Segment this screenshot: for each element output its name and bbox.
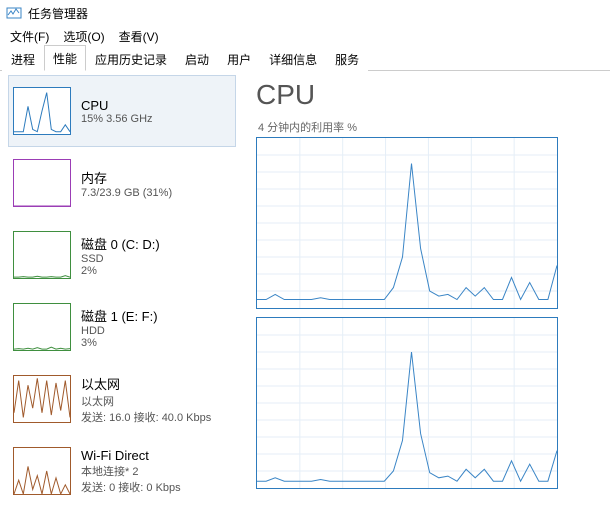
sidebar-meta: Wi-Fi Direct本地连接* 2发送: 0 接收: 0 Kbps <box>81 448 181 495</box>
sidebar-item-5[interactable]: Wi-Fi Direct本地连接* 2发送: 0 接收: 0 Kbps <box>8 435 236 505</box>
sidebar-item-line2: 以太网 <box>81 393 211 409</box>
sidebar-item-title: CPU <box>81 98 153 113</box>
cpu-chart-1 <box>256 317 558 489</box>
sidebar-item-line2: 15% 3.56 GHz <box>81 113 153 125</box>
sidebar-item-title: Wi-Fi Direct <box>81 448 181 463</box>
menu-item-1[interactable]: 选项(O) <box>57 26 110 47</box>
sidebar-thumbnail <box>13 159 71 207</box>
titlebar: 任务管理器 <box>0 0 610 26</box>
sidebar-meta: 以太网以太网发送: 16.0 接收: 40.0 Kbps <box>81 374 211 425</box>
window-title: 任务管理器 <box>28 5 88 22</box>
sidebar-item-0[interactable]: CPU15% 3.56 GHz <box>8 75 236 147</box>
tab-0[interactable]: 进程 <box>2 46 44 71</box>
detail-heading: CPU <box>256 79 610 111</box>
sidebar-meta: 磁盘 0 (C: D:)SSD2% <box>81 234 160 277</box>
task-manager-window: 任务管理器 文件(F)选项(O)查看(V) 进程性能应用历史记录启动用户详细信息… <box>0 0 610 505</box>
sidebar-item-title: 磁盘 0 (C: D:) <box>81 234 160 253</box>
tab-5[interactable]: 详细信息 <box>260 46 326 71</box>
tab-bar: 进程性能应用历史记录启动用户详细信息服务 <box>0 46 610 71</box>
sidebar-item-line2: HDD <box>81 325 158 337</box>
menubar: 文件(F)选项(O)查看(V) <box>0 26 610 46</box>
sidebar-item-line3: 2% <box>81 265 160 277</box>
sidebar-item-title: 磁盘 1 (E: F:) <box>81 306 158 325</box>
detail-pane: CPU 4 分钟内的利用率 % <box>236 71 610 505</box>
menu-item-2[interactable]: 查看(V) <box>113 26 165 47</box>
sidebar-meta: CPU15% 3.56 GHz <box>81 98 153 125</box>
sidebar-item-title: 内存 <box>81 168 172 187</box>
tab-4[interactable]: 用户 <box>218 46 260 71</box>
menu-item-0[interactable]: 文件(F) <box>4 26 55 47</box>
sidebar-item-line2: SSD <box>81 253 160 265</box>
tab-6[interactable]: 服务 <box>326 46 368 71</box>
sidebar-item-line3: 3% <box>81 337 158 349</box>
sidebar-meta: 内存7.3/23.9 GB (31%) <box>81 168 172 199</box>
sidebar-item-2[interactable]: 磁盘 0 (C: D:)SSD2% <box>8 219 236 291</box>
sidebar: CPU15% 3.56 GHz 内存7.3/23.9 GB (31%) 磁盘 0 (… <box>0 71 236 505</box>
task-manager-icon <box>6 5 22 21</box>
sidebar-item-line2: 本地连接* 2 <box>81 463 181 479</box>
sidebar-thumbnail <box>13 231 71 279</box>
chart-label: 4 分钟内的利用率 % <box>258 119 610 135</box>
tab-3[interactable]: 启动 <box>176 46 218 71</box>
sidebar-item-title: 以太网 <box>81 374 211 393</box>
sidebar-item-line3: 发送: 0 接收: 0 Kbps <box>81 479 181 495</box>
sidebar-item-line2: 7.3/23.9 GB (31%) <box>81 187 172 199</box>
sidebar-thumbnail <box>13 375 71 423</box>
sidebar-thumbnail <box>13 447 71 495</box>
sidebar-thumbnail <box>13 303 71 351</box>
sidebar-item-3[interactable]: 磁盘 1 (E: F:)HDD3% <box>8 291 236 363</box>
sidebar-meta: 磁盘 1 (E: F:)HDD3% <box>81 306 158 349</box>
tab-1[interactable]: 性能 <box>44 45 86 71</box>
sidebar-item-4[interactable]: 以太网以太网发送: 16.0 接收: 40.0 Kbps <box>8 363 236 435</box>
sidebar-thumbnail <box>13 87 71 135</box>
tab-2[interactable]: 应用历史记录 <box>86 46 176 71</box>
sidebar-item-1[interactable]: 内存7.3/23.9 GB (31%) <box>8 147 236 219</box>
sidebar-item-line3: 发送: 16.0 接收: 40.0 Kbps <box>81 409 211 425</box>
cpu-chart-0 <box>256 137 558 309</box>
